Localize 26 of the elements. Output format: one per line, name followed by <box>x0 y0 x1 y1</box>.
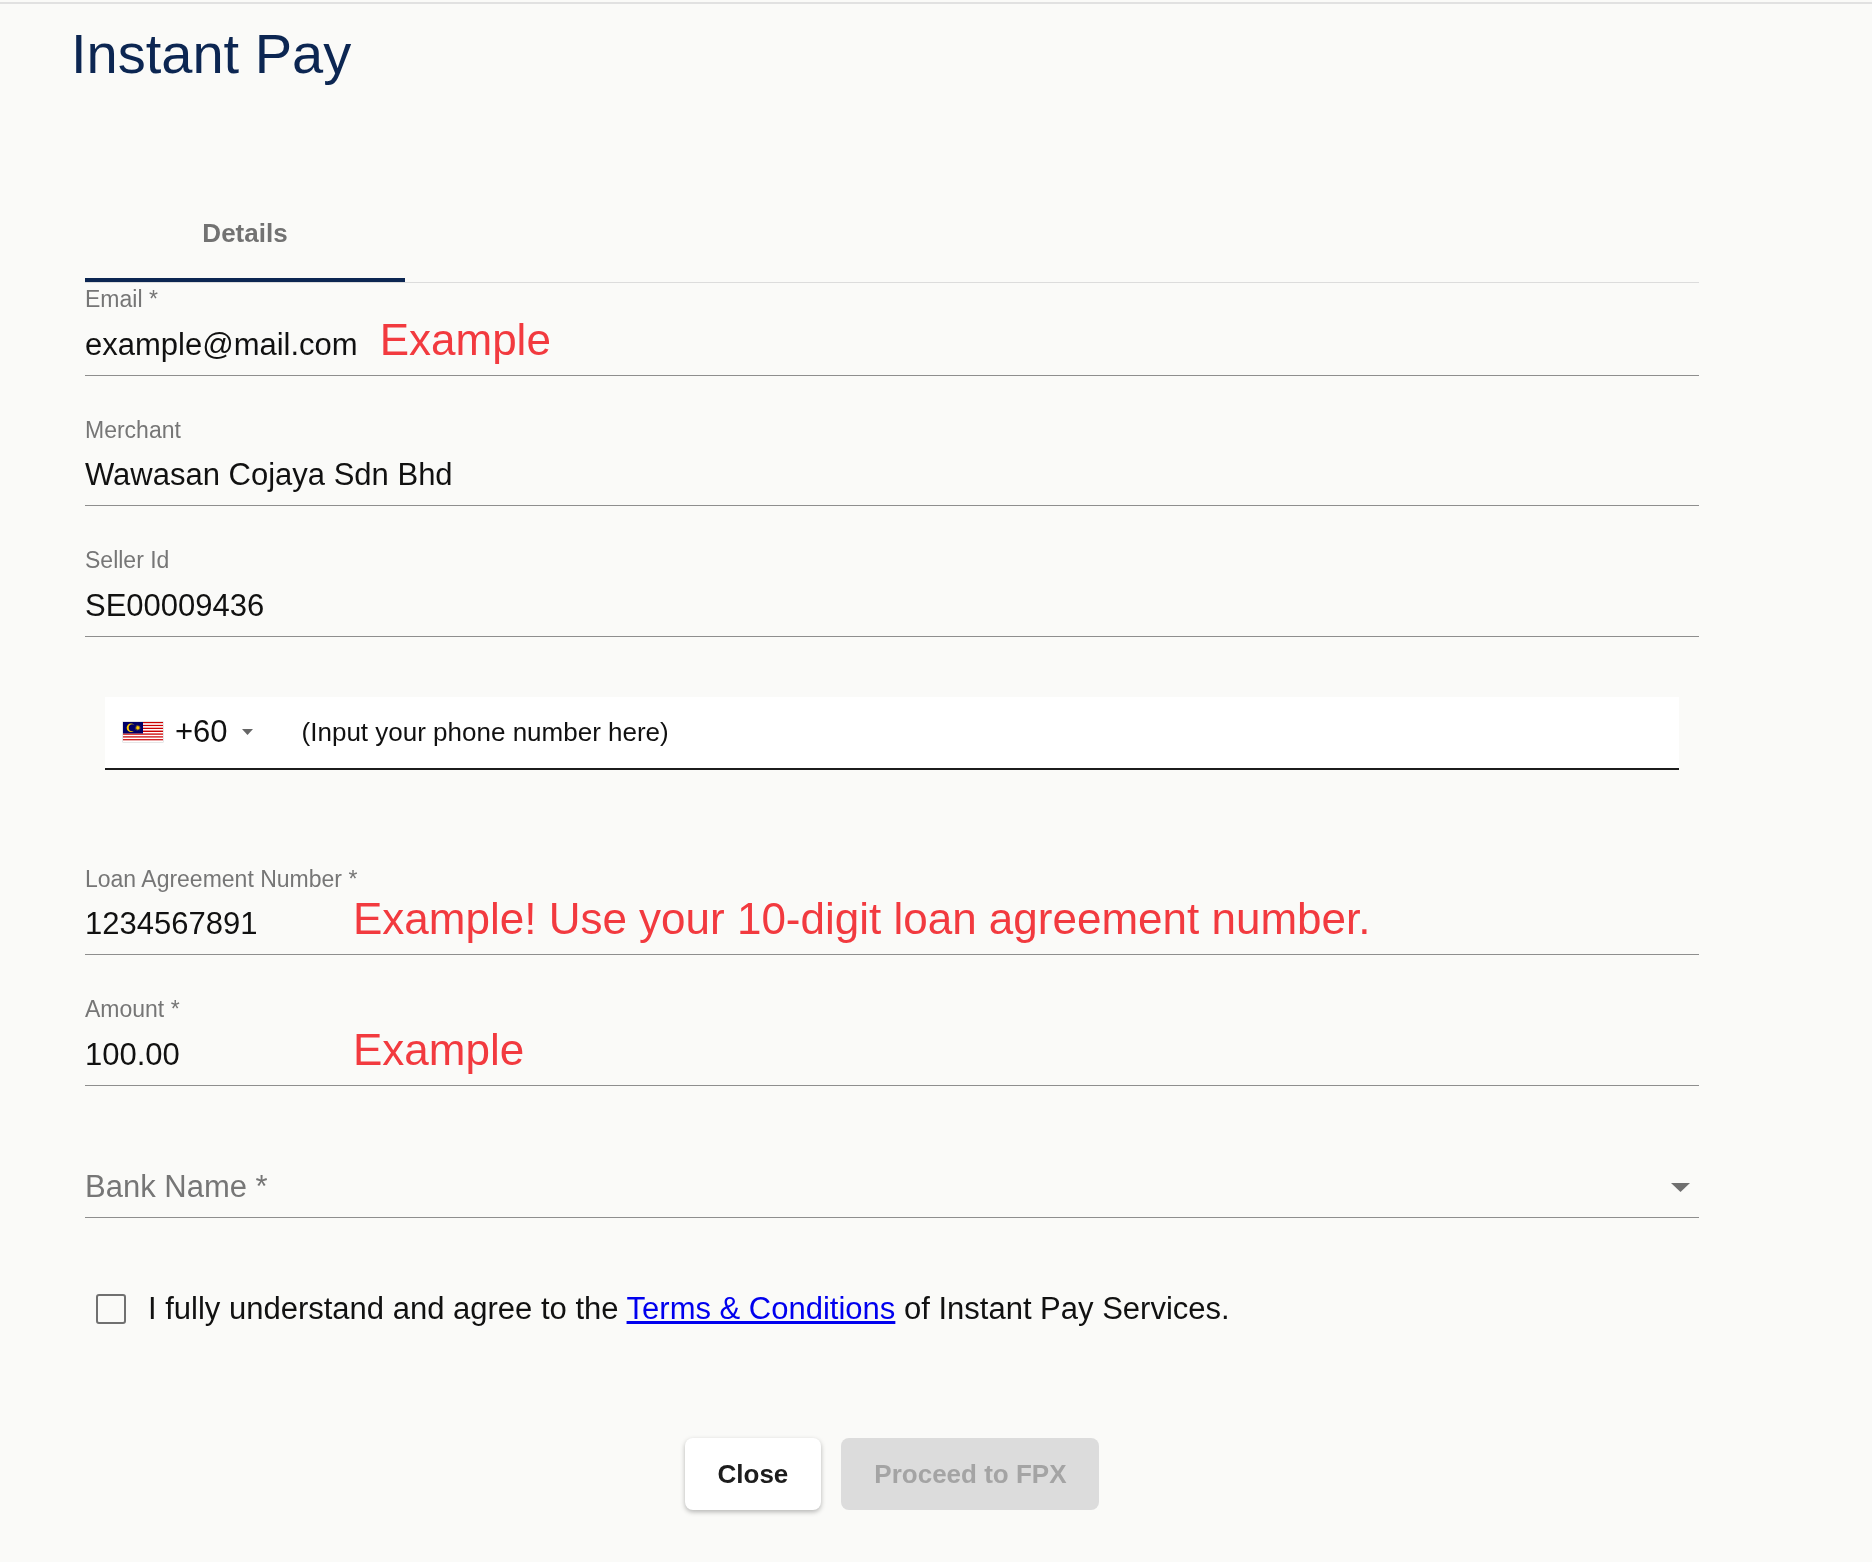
text-field[interactable]: 1234567891 Example! Use your 10-digit loan agreement number. <box>85 893 1699 956</box>
text-field[interactable]: 100.00 Example <box>85 1023 1699 1086</box>
terms-link[interactable]: Terms & Conditions <box>626 1290 896 1326</box>
annotation-text: Example <box>353 1024 525 1074</box>
select-field[interactable]: Bank Name * <box>85 1155 1699 1218</box>
page-title: Instant Pay <box>71 21 352 87</box>
field-label: Loan Agreement Number * <box>85 865 358 894</box>
field-label: Seller Id <box>85 547 170 575</box>
flag-icon <box>123 722 163 743</box>
caret-icon <box>241 729 253 736</box>
text-field[interactable]: example@mail.com Example <box>85 313 1699 376</box>
text-field[interactable]: SE00009436 <box>85 574 1699 637</box>
tab[interactable]: Details <box>85 188 405 282</box>
field-label: Email * <box>85 286 158 314</box>
phone-field[interactable]: +60 (Input your phone number here) <box>105 696 1679 770</box>
checkbox[interactable] <box>96 1293 126 1324</box>
annotation-text: Example! Use your 10-digit loan agreement number. <box>353 894 1371 944</box>
text-field[interactable]: Wawasan Cojaya Sdn Bhd <box>85 444 1699 507</box>
phone-number-input[interactable]: (Input your phone number here) <box>301 716 669 748</box>
country-code-button[interactable]: +60 <box>123 714 253 751</box>
field-label: Merchant <box>85 416 181 445</box>
agreement-text: I fully understand and agree to the Terms & Conditions of Instant Pay Services. <box>148 1289 1230 1328</box>
caret-icon <box>1671 1182 1690 1192</box>
field-label: Amount * <box>85 996 180 1024</box>
annotation-text: Example <box>379 314 551 364</box>
close-button[interactable]: Close <box>684 1438 822 1511</box>
